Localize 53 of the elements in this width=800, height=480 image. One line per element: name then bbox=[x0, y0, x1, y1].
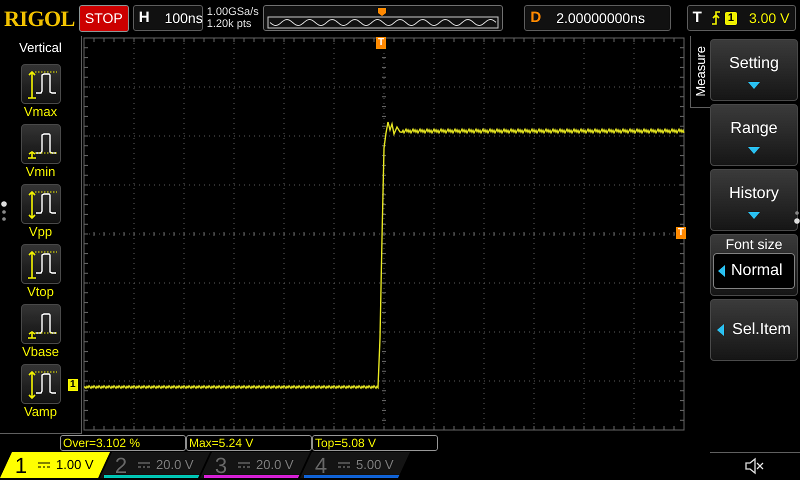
measure-button[interactable] bbox=[20, 244, 60, 284]
dc-coupling-icon bbox=[338, 462, 350, 468]
rising-edge-icon bbox=[710, 11, 721, 25]
delay-display[interactable]: D 2.00000000ns bbox=[524, 5, 671, 31]
channel-tab[interactable]: 4 5.00 V bbox=[300, 452, 410, 478]
trigger-display[interactable]: T 1 3.00 V bbox=[686, 5, 796, 31]
measure-button[interactable] bbox=[20, 124, 60, 164]
trigger-source: 1 bbox=[724, 12, 737, 24]
measure-button[interactable] bbox=[20, 304, 60, 344]
trigger-label: T bbox=[692, 8, 703, 28]
page-dots-icon bbox=[1, 200, 7, 224]
caret-left-icon bbox=[717, 324, 724, 336]
measurement-result: Max=5.24 V bbox=[186, 435, 312, 451]
caret-down-icon bbox=[748, 146, 760, 154]
menu-button[interactable]: History bbox=[710, 169, 798, 231]
measurement-result: Over=3.102 % bbox=[60, 435, 186, 451]
delay-value: 2.00000000ns bbox=[555, 8, 646, 28]
measure-label: Vtop bbox=[27, 284, 54, 300]
run-stop-button[interactable]: STOP bbox=[78, 4, 129, 32]
caret-down-icon bbox=[748, 212, 760, 218]
dc-coupling-icon bbox=[238, 462, 250, 468]
measurement-result: Top=5.08 V bbox=[312, 435, 438, 451]
dc-coupling-icon bbox=[38, 462, 50, 468]
trigger-level: 3.00 V bbox=[748, 8, 790, 28]
menu-title: Measure bbox=[692, 46, 709, 97]
dc-coupling-icon bbox=[138, 462, 150, 468]
menu-button[interactable]: Sel.Item bbox=[710, 299, 798, 361]
measure-label: Vpp bbox=[28, 224, 52, 240]
measure-label: Vbase bbox=[22, 344, 59, 360]
memory-depth: 1.20k pts bbox=[206, 18, 252, 30]
timebase-label: H bbox=[138, 8, 151, 28]
channel-tab[interactable]: 3 20.0 V bbox=[200, 452, 310, 478]
measure-button[interactable] bbox=[20, 184, 60, 224]
delay-label: D bbox=[529, 8, 542, 28]
option-title: Font size bbox=[726, 235, 782, 253]
timebase-display[interactable]: H 100ns bbox=[132, 5, 203, 31]
measure-label: Vamp bbox=[24, 404, 57, 420]
logo: RIGOL bbox=[4, 4, 75, 32]
measure-label: Vmin bbox=[26, 164, 56, 180]
caret-down-icon bbox=[748, 82, 760, 88]
channel-tab[interactable]: 1 1.00 V bbox=[0, 452, 110, 478]
option-select[interactable]: Normal bbox=[713, 253, 795, 289]
channel-tab[interactable]: 2 20.0 V bbox=[100, 452, 210, 478]
menu-button[interactable]: Range bbox=[710, 104, 798, 166]
sample-rate: 1.00GSa/s bbox=[206, 6, 259, 18]
channel-offset-marker[interactable]: 1 bbox=[68, 379, 78, 391]
caret-left-icon bbox=[718, 265, 725, 277]
measure-button[interactable] bbox=[20, 364, 60, 404]
sidebar-title: Vertical bbox=[19, 39, 62, 57]
speaker-muted-icon[interactable] bbox=[745, 456, 765, 474]
menu-button[interactable]: Setting bbox=[710, 39, 798, 101]
measure-label: Vmax bbox=[24, 104, 58, 120]
measure-button[interactable] bbox=[20, 64, 60, 104]
